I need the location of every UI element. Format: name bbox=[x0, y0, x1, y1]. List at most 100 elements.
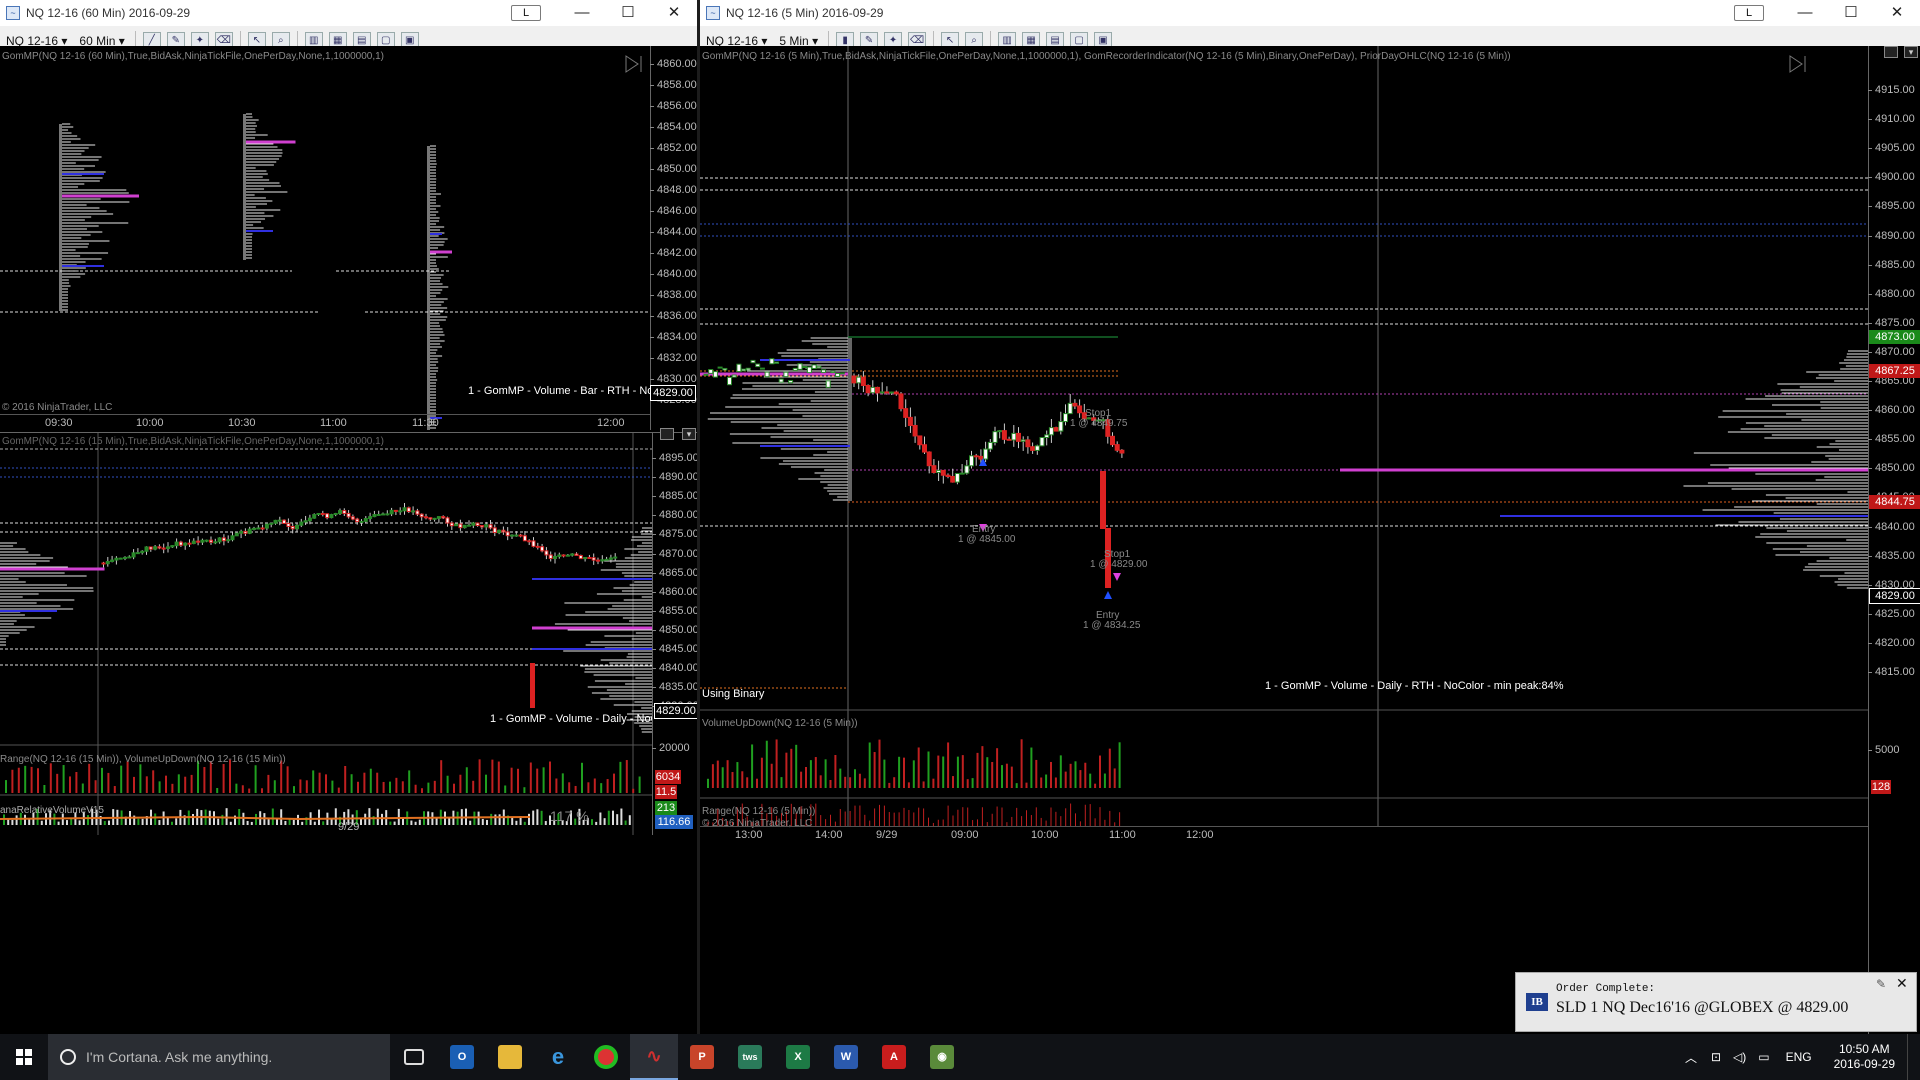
price-axis[interactable]: 4915.00 4910.00 4905.00 4900.00 4895.00 4890.… bbox=[1868, 46, 1920, 1034]
chart-window-icon: ~ bbox=[6, 6, 20, 20]
left-window-title: NQ 12-16 (60 Min) 2016-09-29 bbox=[26, 6, 191, 20]
right-title-bar[interactable]: ~ NQ 12-16 (5 Min) 2016-09-29 L — ☐ ✕ bbox=[700, 0, 1920, 26]
chrome-app[interactable] bbox=[582, 1034, 630, 1080]
price-tick: 4850.00 bbox=[652, 624, 697, 636]
volume-icon[interactable]: ◁) bbox=[1733, 1050, 1746, 1064]
price-tick: 4865.00 bbox=[652, 567, 697, 579]
profile-label: 1 - GomMP - Volume - Daily - RTH - NoCol… bbox=[1265, 680, 1564, 692]
outlook-app[interactable]: O bbox=[438, 1034, 486, 1080]
taskbar: I'm Cortana. Ask me anything. O e ∿ P tw… bbox=[0, 1034, 1920, 1080]
start-button[interactable] bbox=[0, 1034, 48, 1080]
powerpoint-app[interactable]: P bbox=[678, 1034, 726, 1080]
price-tick: 4910.00 bbox=[1868, 113, 1920, 125]
entry-marker-2 bbox=[1104, 591, 1112, 599]
toast-close-icon[interactable]: ✕ bbox=[1896, 975, 1908, 992]
right-chart-scroll-button[interactable] bbox=[1884, 46, 1898, 58]
network-icon[interactable]: ⊡ bbox=[1711, 1050, 1721, 1064]
top-profile-chart[interactable]: GomMP(NQ 12-16 (60 Min),True,BidAsk,Ninj… bbox=[0, 46, 697, 430]
candlestick-svg bbox=[0, 433, 652, 835]
minimize-button[interactable]: — bbox=[559, 0, 605, 26]
clock-date: 2016-09-29 bbox=[1833, 1057, 1895, 1071]
price-tick: 4840.00 bbox=[652, 662, 697, 674]
price-tick: 4848.00 bbox=[650, 184, 697, 196]
acrobat-app[interactable]: A bbox=[870, 1034, 918, 1080]
maximize-button[interactable]: ☐ bbox=[605, 0, 651, 26]
scroll-end-icon bbox=[1789, 55, 1806, 73]
price-tick: 4870.00 bbox=[1868, 346, 1920, 358]
price-tick: 4860.00 bbox=[1868, 404, 1920, 416]
ninjatrader-app[interactable]: ∿ bbox=[630, 1034, 678, 1080]
time-tick: 11:00 bbox=[1109, 829, 1136, 841]
price-tag-open: 4867.25 bbox=[1869, 364, 1920, 378]
order-toast[interactable]: IB Order Complete: SLD 1 NQ Dec16'16 @GL… bbox=[1515, 972, 1917, 1032]
price-tick: 4905.00 bbox=[1868, 142, 1920, 154]
edge-app[interactable]: e bbox=[534, 1034, 582, 1080]
last-price-tag: 4829.00 bbox=[650, 385, 696, 401]
minimize-button[interactable]: — bbox=[1782, 0, 1828, 26]
using-binary-label: Using Binary bbox=[702, 688, 765, 700]
notifications-icon[interactable] bbox=[1907, 1034, 1920, 1080]
trade-markers bbox=[979, 458, 1121, 599]
cortana-placeholder: I'm Cortana. Ask me anything. bbox=[86, 1049, 273, 1065]
price-tick: 4885.00 bbox=[652, 490, 697, 502]
price-tag-low: 4844.75 bbox=[1869, 495, 1920, 509]
close-button[interactable]: ✕ bbox=[1874, 0, 1920, 26]
price-axis[interactable]: 4860.00 4858.00 4856.00 4854.00 4852.00 4850.… bbox=[650, 46, 697, 430]
folder-icon bbox=[498, 1045, 522, 1069]
file-explorer-app[interactable] bbox=[486, 1034, 534, 1080]
stop-marker-2 bbox=[1113, 573, 1121, 581]
link-button[interactable]: L bbox=[511, 5, 541, 21]
task-view-button[interactable] bbox=[390, 1034, 438, 1080]
price-tick: 4895.00 bbox=[652, 452, 697, 464]
time-tick: 10:00 bbox=[136, 417, 164, 429]
message-icon[interactable]: ▭ bbox=[1758, 1050, 1769, 1064]
price-tick: 4856.00 bbox=[650, 100, 697, 112]
left-chart-scroll-button[interactable] bbox=[660, 428, 674, 440]
panel2-tick: 20000 bbox=[652, 742, 697, 754]
price-tick: 4890.00 bbox=[652, 471, 697, 483]
copyright-text: © 2016 NinjaTrader, LLC bbox=[2, 402, 113, 413]
cortana-search[interactable]: I'm Cortana. Ask me anything. bbox=[48, 1034, 390, 1080]
maximize-button[interactable]: ☐ bbox=[1828, 0, 1874, 26]
main-5min-chart[interactable]: GomMP(NQ 12-16 (5 Min),True,BidAsk,Ninja… bbox=[700, 46, 1920, 1034]
price-tick: 4855.00 bbox=[1868, 433, 1920, 445]
system-tray: ︿ ⊡ ◁) ▭ ENG 10:50 AM 2016-09-29 bbox=[1677, 1034, 1920, 1080]
clock[interactable]: 10:50 AM 2016-09-29 bbox=[1834, 1042, 1895, 1072]
language-indicator[interactable]: ENG bbox=[1786, 1050, 1812, 1064]
relative-volume-percent: 117 % bbox=[550, 808, 589, 824]
clock-time: 10:50 AM bbox=[1838, 1042, 1890, 1056]
left-title-bar[interactable]: ~ NQ 12-16 (60 Min) 2016-09-29 L — ☐ ✕ bbox=[0, 0, 697, 26]
pin-icon[interactable]: ✎ bbox=[1876, 977, 1886, 991]
green-app[interactable]: ◉ bbox=[918, 1034, 966, 1080]
left-chart-scroll-button[interactable]: ▾ bbox=[682, 428, 696, 440]
bottom-15min-chart[interactable]: GomMP(NQ 12-16 (15 Min),True,BidAsk,Ninj… bbox=[0, 432, 697, 835]
price-tick: 4895.00 bbox=[1868, 200, 1920, 212]
date-label: 9/29 bbox=[338, 821, 360, 833]
volume-panel-caption: VolumeUpDown(NQ 12-16 (5 Min)) bbox=[702, 718, 858, 729]
volume-tag: 128 bbox=[1871, 780, 1891, 794]
last-price-tag: 4829.00 bbox=[1869, 588, 1920, 604]
price-tick: 4836.00 bbox=[650, 310, 697, 322]
show-hidden-icons[interactable]: ︿ bbox=[1685, 1049, 1697, 1066]
close-button[interactable]: ✕ bbox=[651, 0, 697, 26]
time-tick: 09:00 bbox=[951, 829, 979, 841]
word-icon: W bbox=[834, 1045, 858, 1069]
tws-app[interactable]: tws bbox=[726, 1034, 774, 1080]
scroll-end-icon bbox=[625, 55, 642, 73]
price-tick: 4846.00 bbox=[650, 205, 697, 217]
time-tick: 10:00 bbox=[1031, 829, 1059, 841]
price-tick: 4860.00 bbox=[652, 586, 697, 598]
chart-window-icon: ~ bbox=[706, 6, 720, 20]
price-axis[interactable]: 4895.00 4890.00 4885.00 4880.00 4875.00 4870.… bbox=[652, 433, 697, 835]
excel-app[interactable]: X bbox=[774, 1034, 822, 1080]
volume-tick: 5000 bbox=[1868, 744, 1920, 756]
price-tick: 4854.00 bbox=[650, 121, 697, 133]
price-tick: 4880.00 bbox=[1868, 288, 1920, 300]
price-tick: 4885.00 bbox=[1868, 259, 1920, 271]
time-tick: 09:30 bbox=[45, 417, 73, 429]
right-chart-scroll-button[interactable]: ▾ bbox=[1904, 46, 1918, 58]
edge-icon: e bbox=[551, 1044, 565, 1069]
word-app[interactable]: W bbox=[822, 1034, 870, 1080]
link-button[interactable]: L bbox=[1734, 5, 1764, 21]
tws-icon: tws bbox=[738, 1045, 762, 1069]
